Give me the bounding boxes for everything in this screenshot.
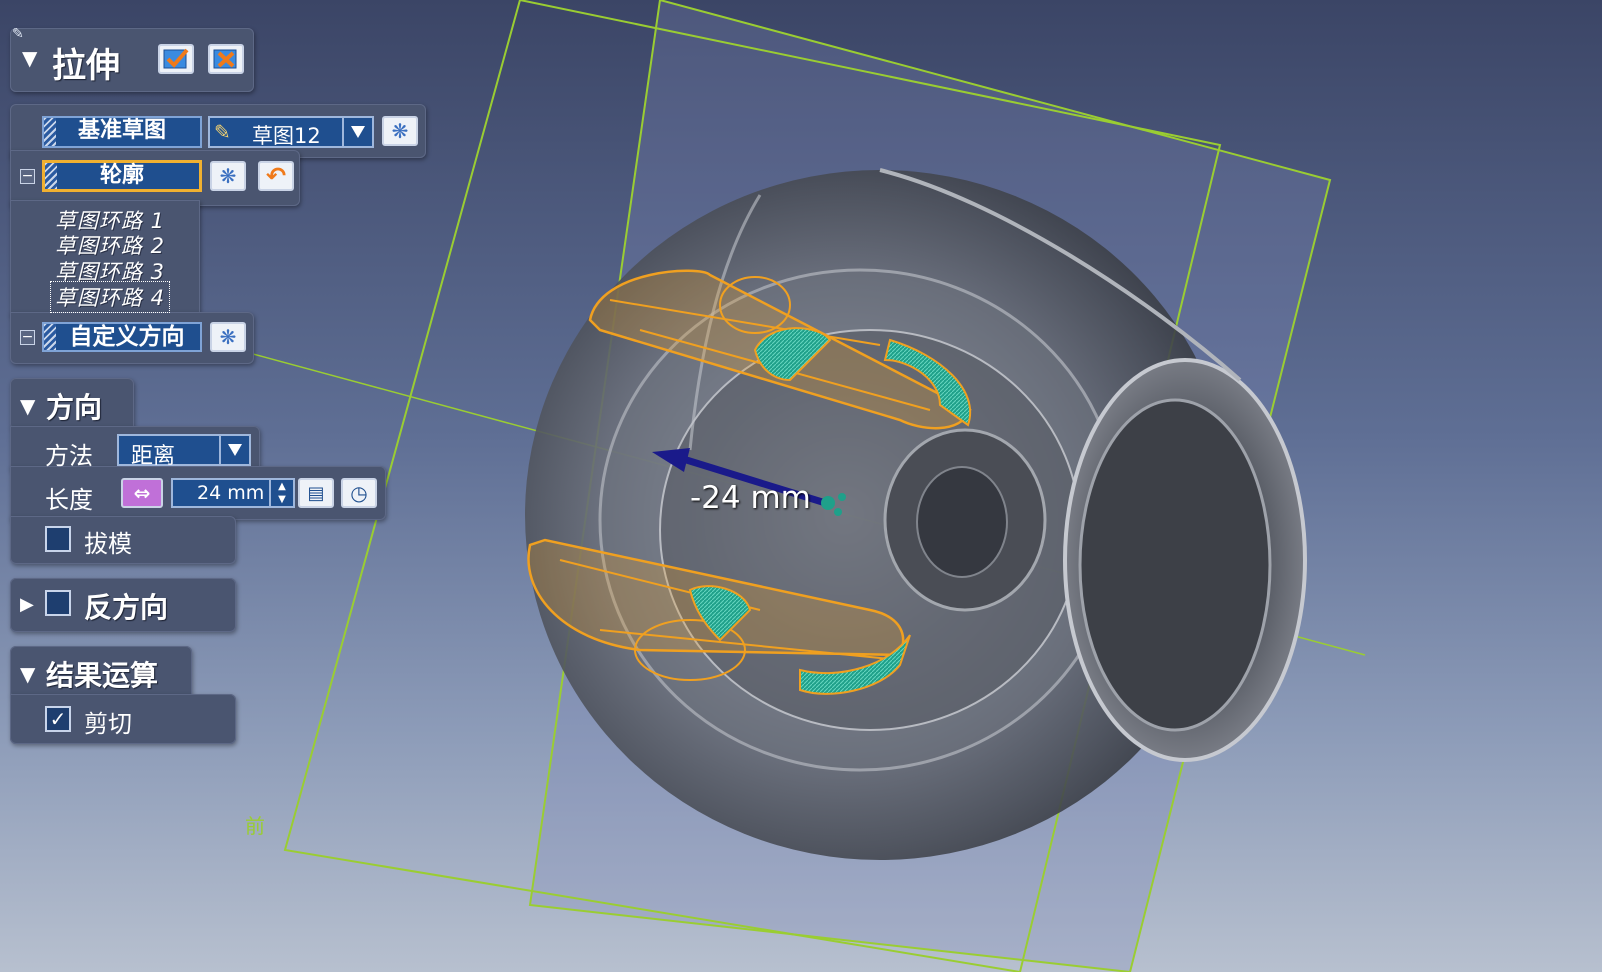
undo-icon: ↶ [265, 162, 287, 190]
undo-button[interactable]: ↶ [258, 161, 294, 191]
pin-icon[interactable]: ✎ [12, 26, 24, 42]
length-input-value: 24 mm [197, 482, 265, 504]
spinner-icon[interactable]: ▲ ▼ [269, 480, 293, 506]
sketch-select[interactable]: ✎ 草图12 [208, 116, 374, 148]
method-select-value: 距离 [131, 444, 176, 469]
reverse-direction-label: 反方向 [84, 591, 169, 624]
length-input[interactable]: 24 mm ▲ ▼ [171, 478, 295, 508]
checkmark-icon: ✓ [49, 707, 67, 731]
collapse-triangle-icon[interactable]: ▼ [20, 664, 35, 684]
profile-button[interactable]: 轮廓 [42, 160, 202, 192]
collapse-triangle-icon[interactable]: ▼ [22, 48, 37, 68]
draft-checkbox[interactable] [45, 526, 71, 552]
dimension-label[interactable]: -24 mm [690, 480, 811, 516]
checkmark-icon [163, 48, 189, 69]
profile-collapse-icon[interactable]: − [20, 169, 35, 184]
feature-title: 拉伸 [52, 46, 120, 86]
asterisk-icon: ❋ [391, 119, 409, 143]
chevron-down-icon[interactable] [342, 118, 372, 146]
custom-direction-collapse-icon[interactable]: − [20, 330, 35, 345]
pencil-icon: ✎ [214, 120, 231, 144]
custom-direction-button[interactable]: 自定义方向 [42, 322, 202, 352]
collapse-triangle-icon[interactable]: ▼ [20, 396, 35, 416]
direction-title: 方向 [46, 391, 103, 424]
loop-item[interactable]: 草图环路 4 [50, 281, 171, 313]
expand-triangle-icon[interactable]: ▶ [20, 594, 34, 615]
ruler-icon: ▤ [307, 482, 325, 504]
plane-label: 前 [245, 814, 265, 838]
asterisk-icon: ❋ [219, 325, 237, 349]
history-button[interactable]: ◷ [341, 478, 377, 508]
reverse-direction-checkbox[interactable] [45, 590, 71, 616]
sketch-select-value: 草图12 [252, 124, 321, 148]
draft-label: 拔模 [84, 530, 132, 558]
close-icon [213, 49, 237, 69]
sketch-settings-button[interactable]: ❋ [382, 116, 418, 146]
custom-direction-label: 自定义方向 [69, 324, 185, 350]
result-title: 结果运算 [46, 659, 159, 692]
ok-button[interactable] [158, 44, 194, 74]
double-arrow-icon: ⇔ [133, 481, 151, 505]
chevron-down-icon[interactable] [219, 436, 249, 464]
symmetric-extent-button[interactable]: ⇔ [121, 478, 163, 508]
clock-icon: ◷ [350, 481, 368, 505]
profile-label: 轮廓 [99, 163, 144, 188]
method-select[interactable]: 距离 [117, 434, 251, 469]
base-sketch-button[interactable]: 基准草图 [42, 116, 202, 148]
cut-label: 剪切 [84, 710, 132, 738]
cancel-button[interactable] [208, 44, 244, 74]
length-label: 长度 [45, 486, 93, 514]
base-sketch-label: 基准草图 [77, 118, 166, 143]
extrude-title-panel: ✎ ▼ 拉伸 [10, 26, 254, 92]
custom-direction-settings-button[interactable]: ❋ [210, 322, 246, 352]
profile-settings-button[interactable]: ❋ [210, 161, 246, 191]
measure-button[interactable]: ▤ [298, 478, 334, 508]
cut-checkbox[interactable]: ✓ [45, 706, 71, 732]
asterisk-icon: ❋ [219, 164, 237, 188]
method-label: 方法 [45, 442, 93, 470]
